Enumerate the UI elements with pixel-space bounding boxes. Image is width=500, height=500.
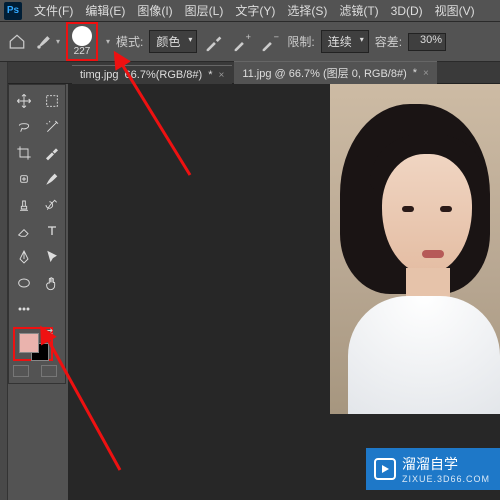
eyedropper-sample-icon[interactable]: [203, 31, 225, 53]
history-brush-tool-icon[interactable]: [39, 193, 65, 217]
limit-label: 限制:: [287, 33, 314, 50]
menu-filter[interactable]: 滤镜(T): [339, 2, 378, 19]
document-tab-bar: timg.jpg 66.7%(RGB/8#) * × 11.jpg @ 66.7…: [0, 62, 500, 84]
marquee-tool-icon[interactable]: [39, 89, 65, 113]
limit-select[interactable]: 连续 ▾: [321, 30, 369, 53]
watermark-url: ZIXUE.3D66.COM: [402, 474, 490, 484]
menu-type[interactable]: 文字(Y): [235, 2, 275, 19]
watermark-brand: 溜溜自学: [402, 456, 458, 472]
move-tool-icon[interactable]: [11, 89, 37, 113]
canvas-area[interactable]: [68, 84, 500, 500]
magic-wand-tool-icon[interactable]: [39, 115, 65, 139]
tab-detail: 66.7%(RGB/8#): [125, 69, 203, 81]
menu-select[interactable]: 选择(S): [287, 2, 327, 19]
svg-text:+: +: [246, 32, 251, 42]
chevron-down-icon: ▾: [360, 35, 364, 44]
menu-3d[interactable]: 3D(D): [391, 4, 423, 18]
stamp-tool-icon[interactable]: [11, 193, 37, 217]
document-tab[interactable]: 11.jpg @ 66.7% (图层 0, RGB/8#) * ×: [234, 61, 437, 84]
menu-layer[interactable]: 图层(L): [185, 2, 224, 19]
menu-file[interactable]: 文件(F): [34, 2, 73, 19]
brush-preset-picker[interactable]: 227: [66, 22, 98, 61]
panel-strip[interactable]: [0, 62, 8, 500]
photo-content: [330, 84, 500, 414]
color-swatches[interactable]: ⇄: [13, 327, 53, 361]
chevron-down-icon: ▾: [188, 35, 192, 44]
lasso-tool-icon[interactable]: [11, 115, 37, 139]
eyedropper-plus-icon[interactable]: +: [231, 31, 253, 53]
home-icon[interactable]: [6, 31, 28, 53]
spacer: [39, 297, 65, 321]
menu-view[interactable]: 视图(V): [435, 2, 475, 19]
tool-preset-icon[interactable]: ▾: [34, 29, 60, 55]
crop-tool-icon[interactable]: [11, 141, 37, 165]
mode-value: 颜色: [156, 35, 180, 49]
more-tools-icon[interactable]: [11, 297, 37, 321]
play-icon: [374, 458, 396, 480]
eyedropper-tool-icon[interactable]: [39, 141, 65, 165]
tab-filename: 11.jpg @ 66.7% (图层 0, RGB/8#): [242, 65, 406, 81]
mode-select[interactable]: 颜色 ▾: [149, 30, 197, 53]
limit-value: 连续: [328, 35, 352, 49]
tolerance-label: 容差:: [375, 33, 402, 50]
photoshop-logo: Ps: [4, 2, 22, 20]
type-tool-icon[interactable]: [39, 219, 65, 243]
foreground-color-swatch[interactable]: [19, 333, 39, 353]
mode-label: 模式:: [116, 33, 143, 50]
brush-tool-icon[interactable]: [39, 167, 65, 191]
tab-filename: timg.jpg: [80, 69, 119, 81]
healing-tool-icon[interactable]: [11, 167, 37, 191]
options-bar: ▾ 227 ▾ 模式: 颜色 ▾ + − 限制: 连续 ▾ 容差: 30%: [0, 22, 500, 62]
eraser-tool-icon[interactable]: [11, 219, 37, 243]
path-select-tool-icon[interactable]: [39, 245, 65, 269]
tolerance-input[interactable]: 30%: [408, 33, 446, 51]
ellipse-tool-icon[interactable]: [11, 271, 37, 295]
svg-text:−: −: [274, 32, 279, 42]
tab-dirty: *: [413, 67, 417, 79]
hand-tool-icon[interactable]: [39, 271, 65, 295]
close-icon[interactable]: ×: [218, 70, 224, 81]
document-tab[interactable]: timg.jpg 66.7%(RGB/8#) * ×: [72, 65, 232, 84]
swap-colors-icon[interactable]: ⇄: [45, 327, 53, 338]
close-icon[interactable]: ×: [423, 68, 429, 79]
watermark-badge: 溜溜自学 ZIXUE.3D66.COM: [366, 448, 500, 490]
brush-size-value: 227: [74, 46, 91, 57]
eyedropper-minus-icon[interactable]: −: [259, 31, 281, 53]
quick-mask-icon[interactable]: [13, 365, 29, 377]
tools-panel: ⇄: [8, 84, 66, 384]
chevron-down-icon[interactable]: ▾: [106, 37, 110, 46]
screen-mode-icon[interactable]: [41, 365, 57, 377]
menu-edit[interactable]: 编辑(E): [85, 2, 125, 19]
document-canvas[interactable]: [330, 84, 500, 414]
pen-tool-icon[interactable]: [11, 245, 37, 269]
tab-dirty: *: [208, 69, 212, 81]
menu-image[interactable]: 图像(I): [137, 2, 172, 19]
chevron-down-icon: ▾: [56, 37, 60, 46]
menu-bar: Ps 文件(F) 编辑(E) 图像(I) 图层(L) 文字(Y) 选择(S) 滤…: [0, 0, 500, 22]
brush-preview-icon: [72, 26, 92, 46]
